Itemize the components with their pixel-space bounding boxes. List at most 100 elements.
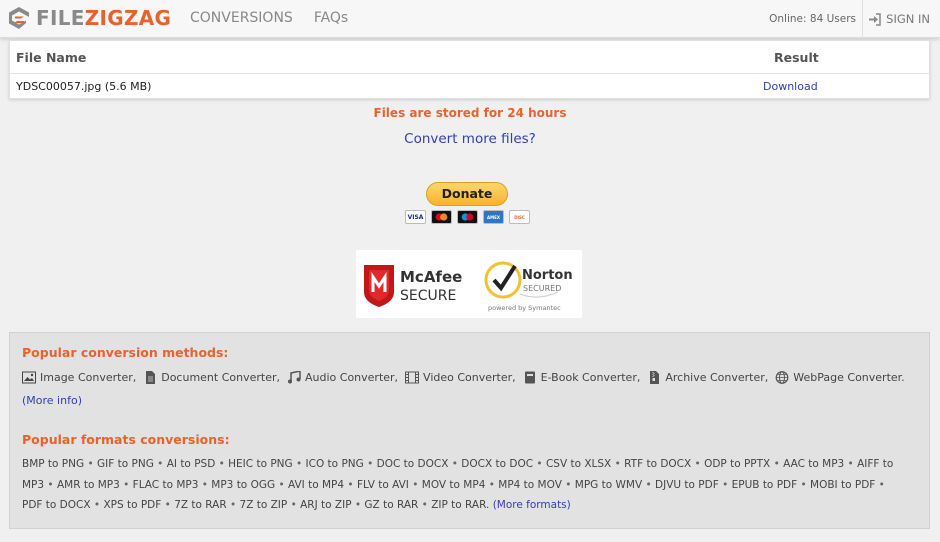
format-link[interactable]: DJVU to PDF xyxy=(655,479,719,491)
format-link[interactable]: FLAC to MP3 xyxy=(133,479,199,491)
format-link[interactable]: AVI to MP4 xyxy=(288,479,344,491)
format-link[interactable]: MP4 to MOV xyxy=(498,479,562,491)
online-users: Online: 84 Users xyxy=(769,13,856,25)
format-link[interactable]: BMP to PNG xyxy=(22,458,84,470)
column-result: Result xyxy=(774,50,819,65)
format-link[interactable]: ODP to PPTX xyxy=(704,458,770,470)
storage-notice: Files are stored for 24 hours xyxy=(373,106,567,120)
format-link[interactable]: 7Z to RAR xyxy=(174,499,226,511)
format-link[interactable]: DOC to DOCX xyxy=(377,458,449,470)
format-separator: • xyxy=(161,499,175,511)
conversion-methods-list: Image Converter, Document Converter, Aud… xyxy=(22,371,912,384)
format-separator: • xyxy=(408,478,422,491)
format-link[interactable]: CSV to XLSX xyxy=(546,458,611,470)
format-link[interactable]: ICO to PNG xyxy=(306,458,364,470)
format-link[interactable]: HEIC to PNG xyxy=(228,458,293,470)
download-link[interactable]: Download xyxy=(763,80,818,93)
norton-secured-badge[interactable]: Norton SECURED powered by Symantec xyxy=(482,256,582,314)
table-row: YDSC00057.jpg (5.6 MB) Download xyxy=(10,74,929,99)
main-nav: CONVERSIONS FAQs xyxy=(190,10,348,26)
maestro-card-icon xyxy=(457,210,478,224)
method-video-converter[interactable]: Video Converter, xyxy=(405,371,516,384)
format-separator: • xyxy=(485,478,499,491)
format-separator: • xyxy=(718,478,732,491)
format-separator: • xyxy=(561,478,575,491)
format-link[interactable]: GIF to PNG xyxy=(97,458,154,470)
format-separator: • xyxy=(875,478,885,491)
popular-conversions-panel: Popular conversion methods: Image Conver… xyxy=(9,332,930,529)
table-header: File Name Result xyxy=(10,41,929,74)
column-file-name: File Name xyxy=(16,50,87,65)
header-divider xyxy=(862,0,863,37)
method-label: WebPage Converter. xyxy=(793,371,905,384)
format-link[interactable]: DOCX to DOC xyxy=(461,458,533,470)
format-link[interactable]: ZIP to RAR. xyxy=(431,499,489,511)
logo-text: FILEZIGZAG xyxy=(36,6,171,30)
norton-secured-text: SECURED xyxy=(523,284,561,293)
format-separator: • xyxy=(448,458,462,470)
format-link[interactable]: RTF to DOCX xyxy=(624,458,691,470)
mcafee-secure-badge[interactable]: McAfee SECURE xyxy=(360,262,470,308)
format-separator: • xyxy=(292,458,306,470)
discover-card-icon: DISC xyxy=(509,210,530,224)
format-link[interactable]: 7Z to ZIP xyxy=(240,499,288,511)
method-label: Audio Converter, xyxy=(305,371,399,384)
mcafee-secure-text: SECURE xyxy=(400,288,456,304)
method-document-converter[interactable]: Document Converter, xyxy=(143,371,280,384)
file-name-cell: YDSC00057.jpg (5.6 MB) xyxy=(16,80,152,93)
archive-icon xyxy=(650,371,660,384)
method-webpage-converter[interactable]: WebPage Converter. xyxy=(775,371,905,384)
format-separator: • xyxy=(642,478,656,491)
header-bar: FILEZIGZAG CONVERSIONS FAQs Online: 84 U… xyxy=(0,0,940,38)
format-separator: • xyxy=(418,499,432,511)
format-link[interactable]: XPS to PDF xyxy=(103,499,161,511)
method-label: Archive Converter, xyxy=(665,371,769,384)
format-separator: • xyxy=(351,499,365,511)
format-separator: • xyxy=(119,478,133,491)
results-table: File Name Result YDSC00057.jpg (5.6 MB) … xyxy=(9,40,930,99)
method-audio-converter[interactable]: Audio Converter, xyxy=(287,371,398,384)
method-ebook-converter[interactable]: E-Book Converter, xyxy=(523,371,641,384)
format-separator: • xyxy=(611,458,625,470)
nav-faqs[interactable]: FAQs xyxy=(314,10,348,26)
donate-button[interactable]: Donate xyxy=(426,182,508,206)
format-link[interactable]: GZ to RAR xyxy=(364,499,418,511)
more-info-link[interactable]: (More info) xyxy=(22,394,82,407)
format-link[interactable]: FLV to AVI xyxy=(357,479,409,491)
format-separator: • xyxy=(84,458,98,470)
method-archive-converter[interactable]: Archive Converter, xyxy=(647,371,768,384)
format-link[interactable]: AI to PSD xyxy=(167,458,216,470)
mcafee-title: McAfee xyxy=(400,268,462,286)
format-separator: • xyxy=(363,458,377,470)
method-label: Image Converter, xyxy=(40,371,137,384)
sign-in-icon xyxy=(869,12,881,26)
format-link[interactable]: PDF to DOCX xyxy=(22,499,91,511)
format-separator: • xyxy=(44,478,57,491)
formats-heading: Popular formats conversions: xyxy=(22,432,230,447)
format-separator: • xyxy=(153,458,167,470)
more-formats-link[interactable]: (More formats) xyxy=(493,499,571,511)
format-link[interactable]: EPUB to PDF xyxy=(732,479,798,491)
sign-in-label: SIGN IN xyxy=(886,12,930,26)
format-link[interactable]: AAC to MP3 xyxy=(783,458,844,470)
method-label: E-Book Converter, xyxy=(540,371,641,384)
mastercard-icon xyxy=(431,210,452,224)
format-separator: • xyxy=(226,499,240,511)
format-link[interactable]: MOBI to PDF xyxy=(810,479,875,491)
format-separator: • xyxy=(275,478,288,491)
format-separator: • xyxy=(844,458,858,470)
format-link[interactable]: MPG to WMV xyxy=(575,479,642,491)
format-link[interactable]: MOV to MP4 xyxy=(422,479,486,491)
convert-more-link[interactable]: Convert more files? xyxy=(0,131,940,147)
sign-in-button[interactable]: SIGN IN xyxy=(868,12,930,26)
method-image-converter[interactable]: Image Converter, xyxy=(22,371,136,384)
format-separator: • xyxy=(533,458,546,470)
nav-conversions[interactable]: CONVERSIONS xyxy=(190,10,293,26)
method-label: Video Converter, xyxy=(423,371,516,384)
format-link[interactable]: AMR to MP3 xyxy=(57,479,120,491)
zigzag-logo-icon xyxy=(9,7,29,29)
format-link[interactable]: ARJ to ZIP xyxy=(300,499,351,511)
format-separator: • xyxy=(797,478,811,491)
logo[interactable]: FILEZIGZAG xyxy=(8,6,171,30)
format-link[interactable]: MP3 to OGG xyxy=(211,479,275,491)
